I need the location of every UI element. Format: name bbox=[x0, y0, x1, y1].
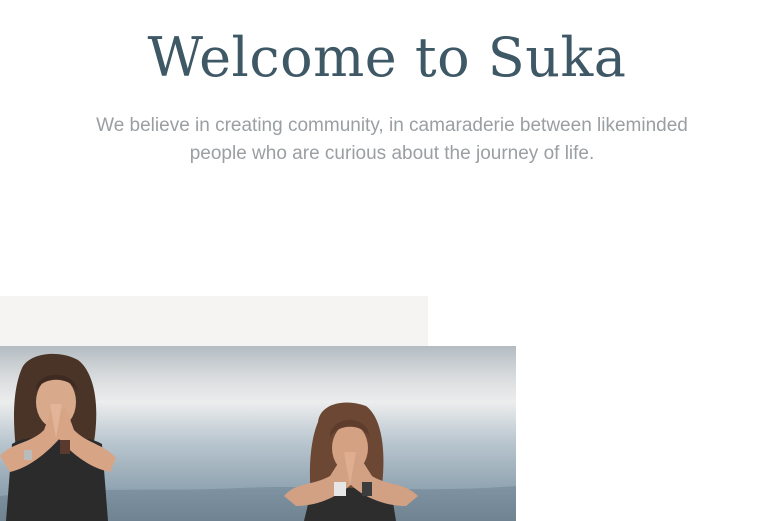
yoga-photo bbox=[0, 346, 516, 521]
welcome-section: Welcome to Suka We believe in creating c… bbox=[0, 0, 774, 521]
page-title: Welcome to Suka bbox=[147, 26, 627, 89]
intro-text: We believe in creating community, in cam… bbox=[96, 115, 688, 164]
